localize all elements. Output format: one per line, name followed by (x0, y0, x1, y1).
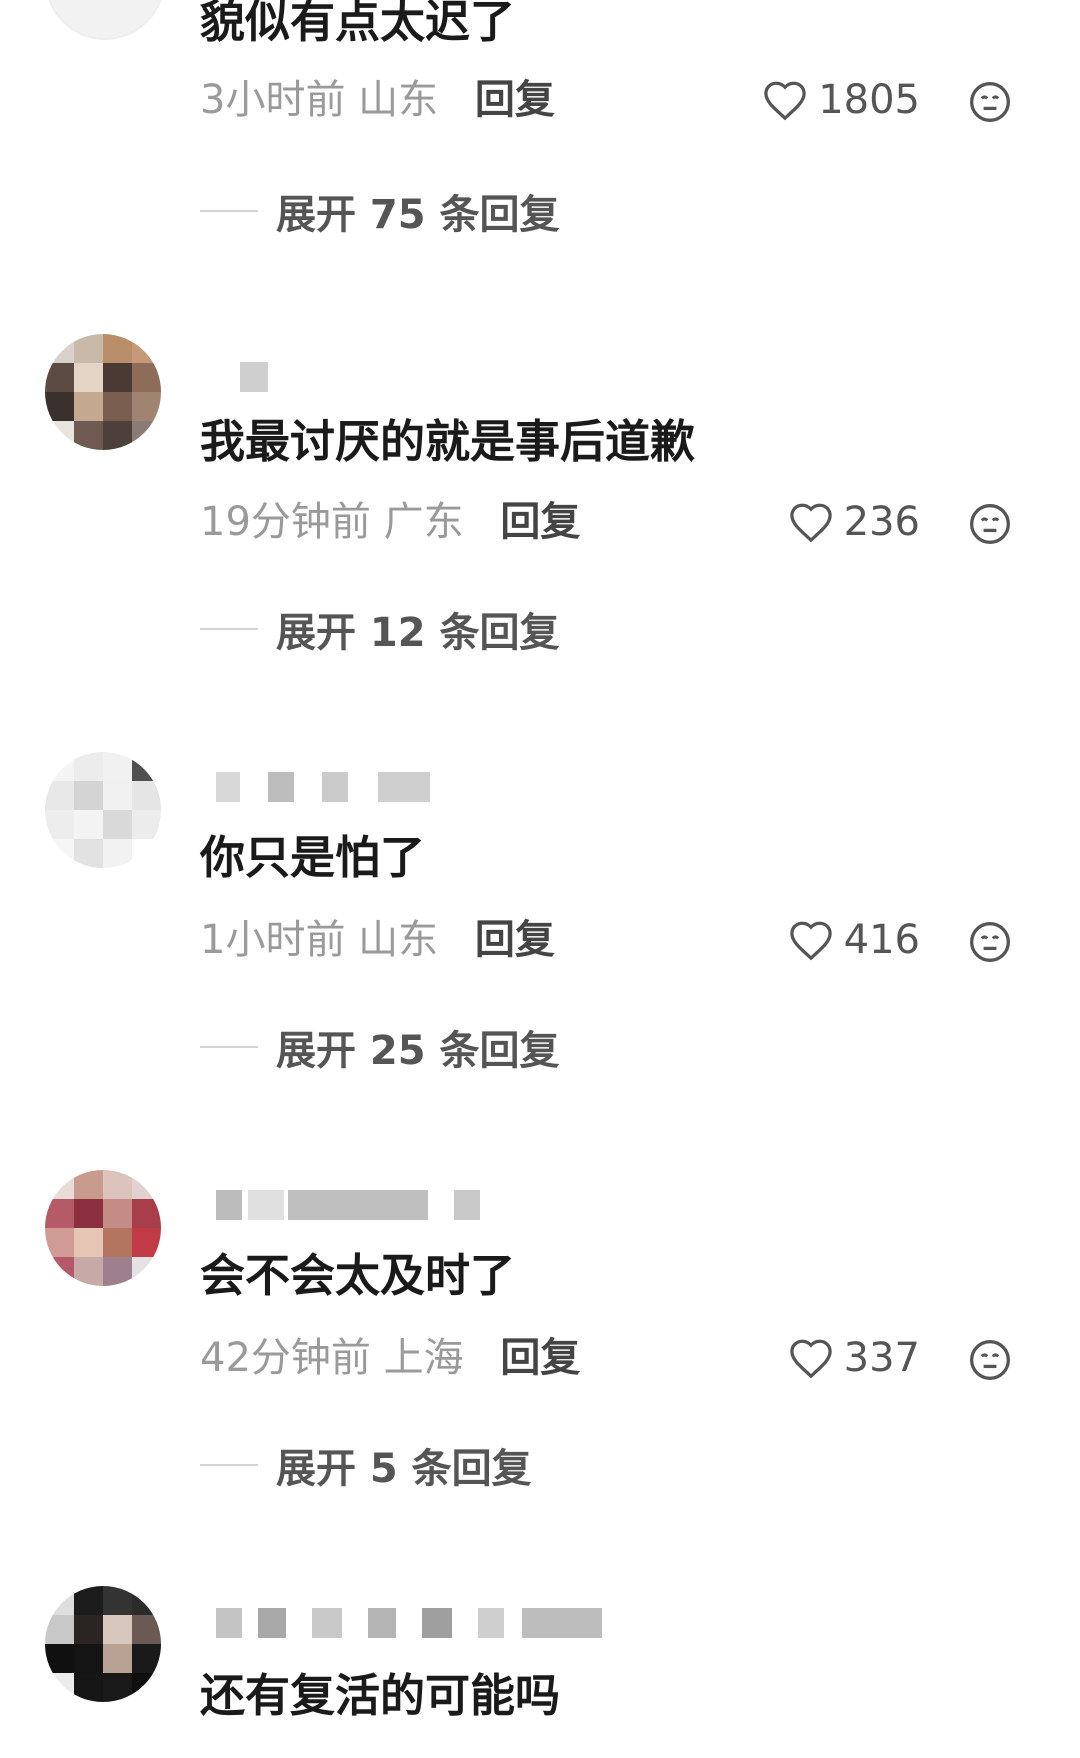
comment-region: 山东 (358, 77, 439, 123)
expand-replies-label: 展开 5 条回复 (276, 1446, 532, 1492)
divider-line (200, 628, 258, 630)
reaction-face-icon[interactable] (968, 502, 1012, 546)
comment-meta: 1小时前 山东 回复 (200, 916, 555, 964)
divider-line (200, 210, 258, 212)
divider-line (200, 1464, 258, 1466)
comment-region: 山东 (358, 917, 439, 963)
reaction-face-icon[interactable] (968, 920, 1012, 964)
comment-meta: 3小时前 山东 回复 (200, 76, 555, 124)
reply-button[interactable]: 回复 (475, 917, 555, 963)
username-blurred[interactable] (200, 1190, 480, 1224)
expand-replies-label: 展开 12 条回复 (276, 610, 560, 656)
username-blurred[interactable] (200, 362, 280, 396)
avatar[interactable] (45, 0, 165, 40)
divider-line (200, 1046, 258, 1048)
comment-text: 貌似有点太迟了 (200, 0, 516, 48)
avatar[interactable] (45, 1170, 161, 1286)
like-button[interactable]: 1805 (762, 76, 920, 124)
expand-replies-label: 展开 75 条回复 (276, 192, 560, 238)
comment-time: 3小时前 (200, 77, 346, 123)
expand-replies-label: 展开 25 条回复 (276, 1028, 560, 1074)
comment-meta: 42分钟前 上海 回复 (200, 1334, 580, 1382)
expand-replies-button[interactable]: 展开 25 条回复 (200, 1022, 560, 1074)
expand-replies-button[interactable]: 展开 12 条回复 (200, 604, 560, 656)
reply-button[interactable]: 回复 (475, 77, 555, 123)
comment-time: 1小时前 (200, 917, 346, 963)
username-blurred[interactable] (200, 772, 440, 806)
reply-button[interactable]: 回复 (500, 1335, 580, 1381)
comment-text: 还有复活的可能吗 (200, 1669, 561, 1722)
heart-icon (789, 921, 832, 961)
reaction-face-icon[interactable] (968, 80, 1012, 124)
like-button[interactable]: 416 (788, 916, 920, 964)
heart-icon (789, 1339, 832, 1379)
like-button[interactable]: 337 (788, 1334, 920, 1382)
username-blurred[interactable] (200, 1608, 620, 1642)
comment-meta: 19分钟前 广东 回复 (200, 498, 580, 546)
reply-button[interactable]: 回复 (500, 499, 580, 545)
avatar[interactable] (45, 334, 161, 450)
avatar[interactable] (45, 1586, 161, 1702)
avatar[interactable] (45, 752, 161, 868)
like-count: 1805 (818, 77, 920, 123)
comment-time: 19分钟前 (200, 499, 371, 545)
comment-text: 你只是怕了 (200, 831, 426, 884)
comment-text: 会不会太及时了 (200, 1249, 516, 1302)
like-count: 416 (843, 917, 920, 963)
heart-icon (764, 81, 806, 121)
like-count: 337 (843, 1335, 920, 1381)
expand-replies-button[interactable]: 展开 75 条回复 (200, 186, 560, 238)
heart-icon (789, 503, 832, 543)
comment-region: 广东 (383, 499, 464, 545)
comment-region: 上海 (383, 1335, 464, 1381)
expand-replies-button[interactable]: 展开 5 条回复 (200, 1440, 532, 1492)
like-button[interactable]: 236 (788, 498, 920, 546)
reaction-face-icon[interactable] (968, 1338, 1012, 1382)
comment-time: 42分钟前 (200, 1335, 371, 1381)
comment-text: 我最讨厌的就是事后道歉 (200, 415, 696, 468)
like-count: 236 (843, 499, 920, 545)
